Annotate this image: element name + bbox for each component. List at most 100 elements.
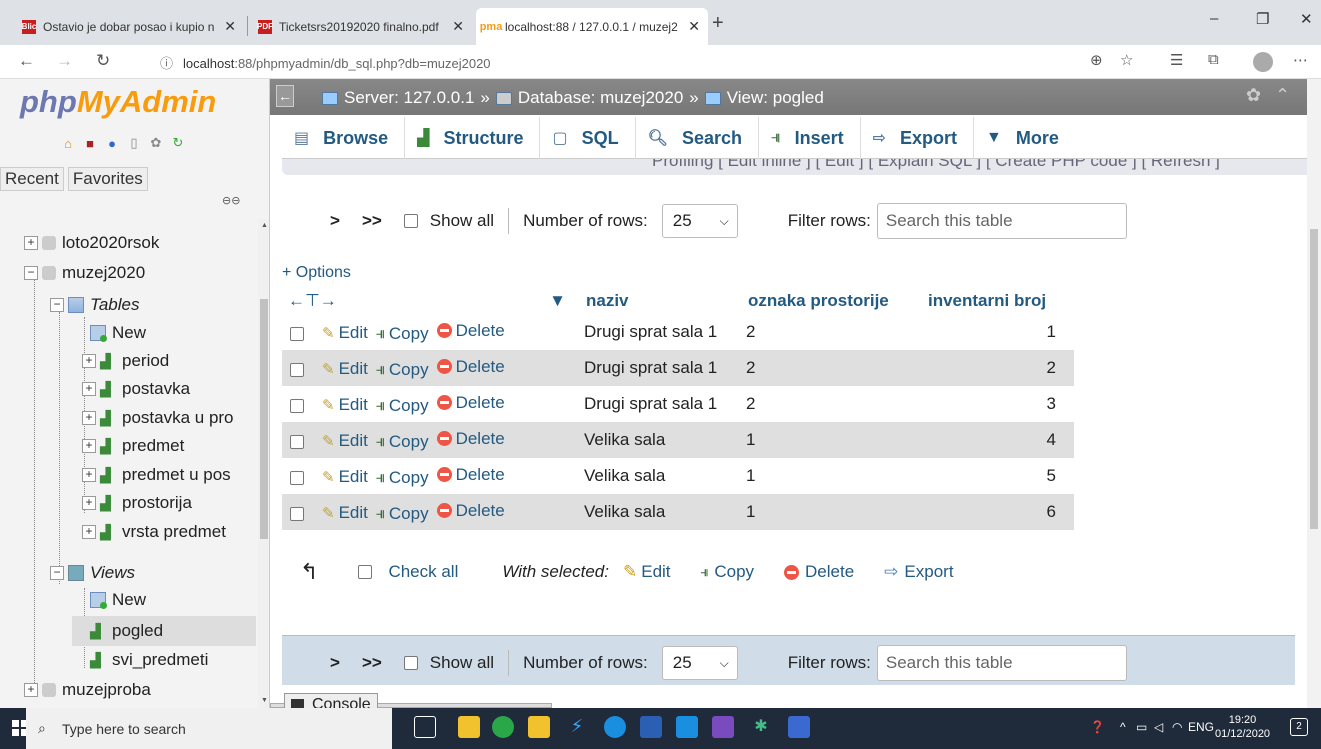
tab-structure[interactable]: ▟ Structure bbox=[405, 117, 541, 159]
tab-browse[interactable]: ▤ Browse bbox=[282, 117, 406, 159]
row-delete-button[interactable]: Delete bbox=[436, 429, 505, 449]
close-tab-icon[interactable]: ✕ bbox=[452, 18, 464, 35]
taskbar-search-box[interactable]: ⌕ Type here to search bbox=[26, 708, 392, 749]
collapse-icon[interactable]: − bbox=[50, 566, 64, 580]
tree-table-predmet[interactable]: + ▟ predmet bbox=[82, 436, 184, 456]
bulk-delete-button[interactable]: Delete bbox=[784, 562, 854, 582]
collapse-sidebar-button[interactable]: ← bbox=[276, 85, 294, 107]
cell-oznaka-prostorije[interactable]: 2 bbox=[742, 386, 922, 422]
expand-icon[interactable]: + bbox=[24, 683, 38, 697]
tree-new-view[interactable]: New bbox=[90, 590, 146, 610]
collapse-top-icon[interactable]: ⌃ bbox=[1275, 85, 1290, 106]
main-scroll-thumb[interactable] bbox=[1310, 229, 1318, 529]
cell-oznaka-prostorije[interactable]: 2 bbox=[742, 314, 922, 350]
row-delete-button[interactable]: Delete bbox=[436, 465, 505, 485]
browser-tab-3[interactable]: pma localhost:88 / 127.0.0.1 / muzej2 ✕ bbox=[476, 8, 708, 45]
row-copy-button[interactable]: ⫣ Copy bbox=[376, 396, 429, 416]
last-page-button[interactable]: >> bbox=[362, 211, 382, 231]
tree-table-predmet-u-pos[interactable]: + ▟ predmet u pos bbox=[82, 465, 231, 485]
cell-naziv[interactable]: Drugi sprat sala 1 bbox=[580, 314, 742, 350]
chrome-icon[interactable] bbox=[492, 716, 514, 738]
tab-export[interactable]: ⇨ Export bbox=[861, 117, 975, 159]
scroll-down-arrow-icon[interactable]: ▼ bbox=[261, 697, 268, 704]
tree-table-postavka-u-pro[interactable]: + ▟ postavka u pro bbox=[82, 408, 234, 428]
notifications-icon[interactable]: 2 bbox=[1290, 718, 1308, 736]
taskbar-clock[interactable]: 19:20 01/12/2020 bbox=[1215, 713, 1270, 741]
close-window-button[interactable]: ✕ bbox=[1300, 10, 1313, 28]
collapse-icon[interactable]: − bbox=[50, 298, 64, 312]
row-copy-button[interactable]: ⫣ Copy bbox=[376, 504, 429, 524]
back-arrow-icon[interactable]: ← bbox=[18, 51, 35, 71]
breadcrumb-database[interactable]: Database: muzej2020 bbox=[518, 88, 683, 108]
sidebar-scroll-thumb[interactable] bbox=[260, 299, 268, 539]
breadcrumb-server[interactable]: Server: 127.0.0.1 bbox=[344, 88, 474, 108]
row-checkbox[interactable] bbox=[290, 398, 304, 413]
new-tab-button[interactable]: + bbox=[712, 12, 724, 35]
row-edit-button[interactable]: ✎ Edit bbox=[322, 395, 368, 415]
more-options-icon[interactable]: ⋯ bbox=[1293, 51, 1308, 69]
file-explorer-icon[interactable] bbox=[458, 716, 480, 738]
tree-new-table[interactable]: New bbox=[90, 323, 146, 343]
forward-arrow-icon[interactable]: → bbox=[56, 51, 73, 71]
expand-icon[interactable]: + bbox=[24, 236, 38, 250]
settings-gear-icon[interactable]: ✿ bbox=[1246, 85, 1261, 106]
expand-icon[interactable]: + bbox=[82, 411, 96, 425]
show-all-checkbox[interactable] bbox=[403, 656, 418, 670]
row-edit-button[interactable]: ✎ Edit bbox=[322, 323, 368, 343]
help-icon[interactable]: ● bbox=[104, 135, 120, 151]
row-delete-button[interactable]: Delete bbox=[436, 393, 505, 413]
cell-naziv[interactable]: Velika sala bbox=[580, 494, 742, 530]
link-chain-icon[interactable]: ⊖⊖ bbox=[222, 194, 240, 207]
url-field[interactable]: ⓘ localhost:88/phpmyadmin/db_sql.php?db=m… bbox=[160, 53, 491, 72]
tab-recent[interactable]: Recent bbox=[0, 167, 64, 191]
collapse-icon[interactable]: − bbox=[24, 266, 38, 280]
bulk-copy-button[interactable]: ⫣ Copy bbox=[701, 562, 755, 582]
cell-naziv[interactable]: Velika sala bbox=[580, 458, 742, 494]
app-icon[interactable]: ✱ bbox=[750, 716, 772, 738]
tab-favorites[interactable]: Favorites bbox=[67, 167, 148, 191]
rows-select[interactable]: 25 ⌵ bbox=[661, 646, 738, 680]
settings-gear-icon[interactable]: ✿ bbox=[148, 135, 164, 151]
maximize-button[interactable]: ❐ bbox=[1256, 10, 1269, 28]
cell-oznaka-prostorije[interactable]: 1 bbox=[742, 494, 922, 530]
row-edit-button[interactable]: ✎ Edit bbox=[322, 503, 368, 523]
expand-icon[interactable]: + bbox=[82, 382, 96, 396]
home-icon[interactable]: ⌂ bbox=[60, 135, 76, 151]
tree-db-loto2020rsok[interactable]: + loto2020rsok bbox=[24, 233, 159, 253]
sidebar-scrollbar[interactable] bbox=[258, 219, 269, 708]
phpmyadmin-logo[interactable]: phpMyAdmin bbox=[20, 84, 216, 120]
row-delete-button[interactable]: Delete bbox=[436, 321, 505, 341]
row-edit-button[interactable]: ✎ Edit bbox=[322, 431, 368, 451]
browser-tab-2[interactable]: PDF Ticketsrs20192020 finalno.pdf ✕ bbox=[250, 8, 472, 45]
bulk-edit-button[interactable]: ✎ Edit bbox=[623, 562, 671, 582]
next-page-button[interactable]: > bbox=[330, 211, 340, 231]
help-tray-icon[interactable]: ❓ bbox=[1090, 720, 1105, 734]
tree-tables-group[interactable]: − Tables bbox=[50, 295, 139, 315]
row-delete-button[interactable]: Delete bbox=[436, 501, 505, 521]
row-checkbox[interactable] bbox=[290, 326, 304, 341]
tree-table-postavka[interactable]: + ▟ postavka bbox=[82, 379, 190, 399]
expand-icon[interactable]: + bbox=[82, 496, 96, 510]
store-icon[interactable] bbox=[528, 716, 550, 738]
reload-icon[interactable]: ↻ bbox=[170, 135, 186, 151]
row-delete-button[interactable]: Delete bbox=[436, 357, 505, 377]
cell-oznaka-prostorije[interactable]: 1 bbox=[742, 422, 922, 458]
minimize-button[interactable]: – bbox=[1210, 10, 1218, 27]
tab-sql[interactable]: ▢ SQL bbox=[540, 117, 636, 159]
close-tab-icon[interactable]: ✕ bbox=[688, 18, 700, 35]
profile-avatar[interactable] bbox=[1253, 52, 1273, 72]
cell-oznaka-prostorije[interactable]: 1 bbox=[742, 458, 922, 494]
tree-table-prostorija[interactable]: + ▟ prostorija bbox=[82, 493, 192, 513]
expand-icon[interactable]: + bbox=[82, 525, 96, 539]
row-copy-button[interactable]: ⫣ Copy bbox=[376, 432, 429, 452]
favorite-star-icon[interactable]: ☆ bbox=[1120, 51, 1133, 69]
column-header-naziv[interactable]: naziv bbox=[580, 287, 742, 314]
cell-inventarni-broj[interactable]: 2 bbox=[922, 350, 1074, 386]
word-icon[interactable] bbox=[640, 716, 662, 738]
row-edit-button[interactable]: ✎ Edit bbox=[322, 467, 368, 487]
cell-inventarni-broj[interactable]: 1 bbox=[922, 314, 1074, 350]
row-checkbox[interactable] bbox=[290, 362, 304, 377]
visual-studio-icon[interactable] bbox=[712, 716, 734, 738]
show-all-checkbox[interactable] bbox=[403, 214, 418, 228]
zoom-icon[interactable]: ⊕ bbox=[1090, 51, 1103, 69]
